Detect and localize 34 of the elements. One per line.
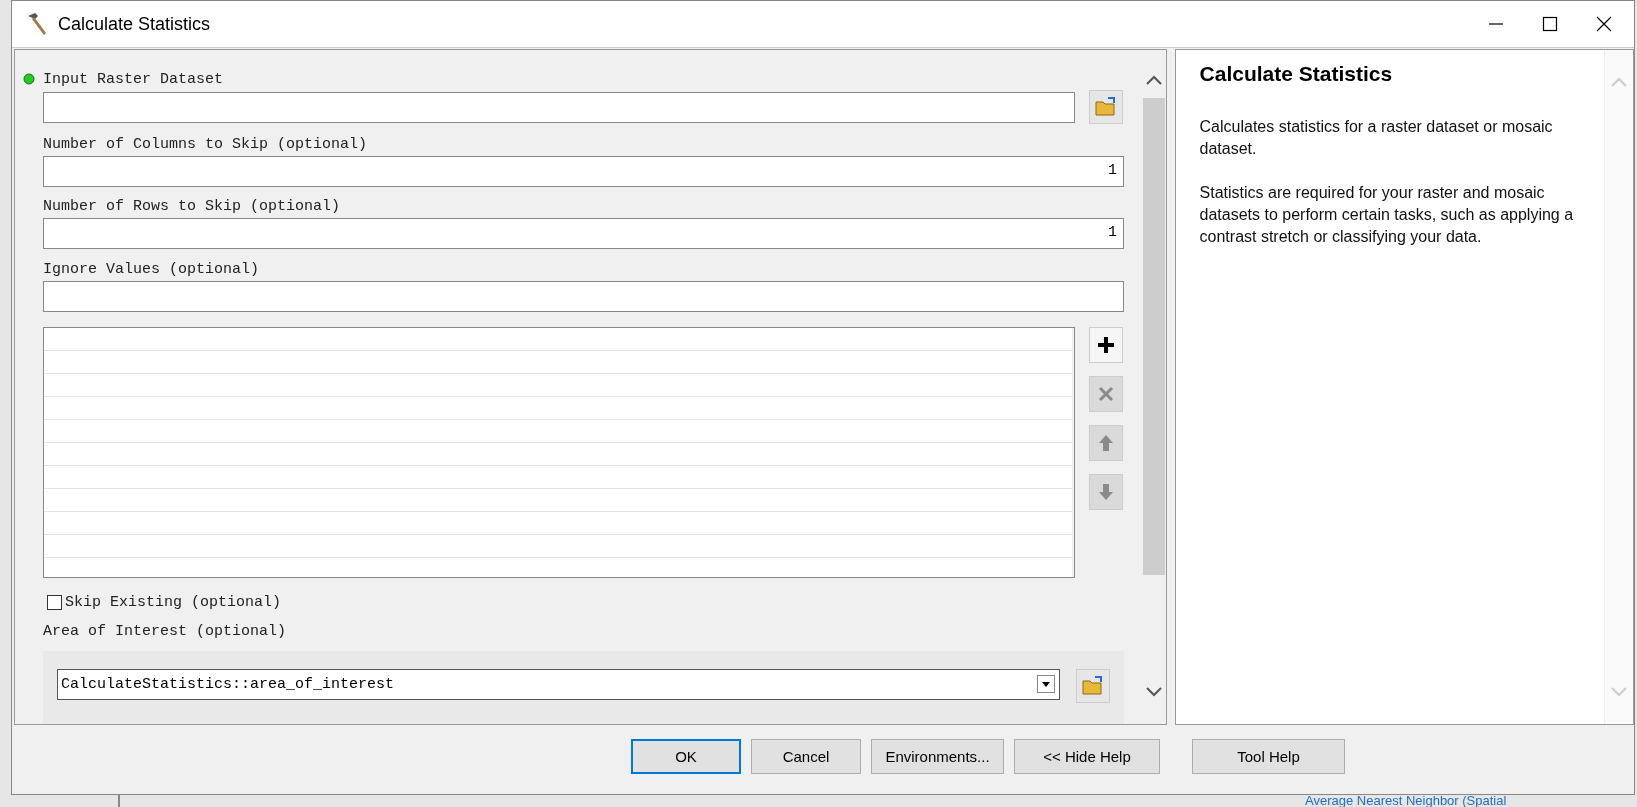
help-paragraph: Statistics are required for your raster and mosaic datasets to perform certain tasks, such as applying a contrast stretch or classifying your data.	[1199, 183, 1575, 247]
close-icon[interactable]	[1596, 16, 1612, 32]
dialog-button[interactable]: Cancel	[751, 739, 861, 774]
add-button[interactable]	[1089, 326, 1123, 363]
scroll-thumb[interactable]	[1142, 98, 1165, 575]
checkbox-label: Skip Existing (optional)	[65, 593, 282, 611]
arrow-down-icon	[1096, 481, 1116, 502]
dialog-button[interactable]: Environments...	[871, 739, 1004, 774]
help-paragraph: Calculates statistics for a raster dataset or mosaic dataset.	[1199, 117, 1554, 159]
parameter-label: Number of Rows to Skip (optional)	[43, 198, 341, 216]
parameter-label: Area of Interest (optional)	[43, 623, 287, 641]
plus-icon	[1096, 334, 1116, 355]
browse-button[interactable]	[1076, 668, 1110, 703]
parameter-label: Input Raster Dataset	[43, 70, 224, 88]
chevron-up-icon[interactable]	[1144, 74, 1163, 86]
window-title: Calculate Statistics	[58, 13, 211, 35]
chevron-down-icon[interactable]	[1144, 686, 1163, 698]
checkbox[interactable]	[47, 594, 62, 610]
input-field[interactable]	[43, 280, 1124, 312]
caret-icon[interactable]	[1037, 675, 1055, 694]
dialog-button[interactable]: OK	[631, 739, 741, 774]
folder-icon	[1081, 674, 1105, 697]
folder-icon	[1094, 96, 1118, 119]
input-field[interactable]	[43, 91, 1075, 123]
parameter-label: Ignore Values (optional)	[43, 260, 260, 278]
browse-button[interactable]	[1089, 90, 1123, 125]
help-title: Calculate Statistics	[1199, 62, 1394, 86]
input-field[interactable]: 1	[43, 155, 1124, 187]
input-field[interactable]: 1	[43, 218, 1124, 250]
dropdown-field[interactable]: CalculateStatistics::area_of_interest	[57, 668, 1060, 700]
maximize-icon[interactable]	[1542, 16, 1558, 32]
dialog-button[interactable]: Tool Help	[1192, 739, 1345, 774]
dialog-button[interactable]: << Hide Help	[1014, 739, 1160, 774]
parameter-label: Number of Columns to Skip (optional)	[43, 136, 368, 154]
